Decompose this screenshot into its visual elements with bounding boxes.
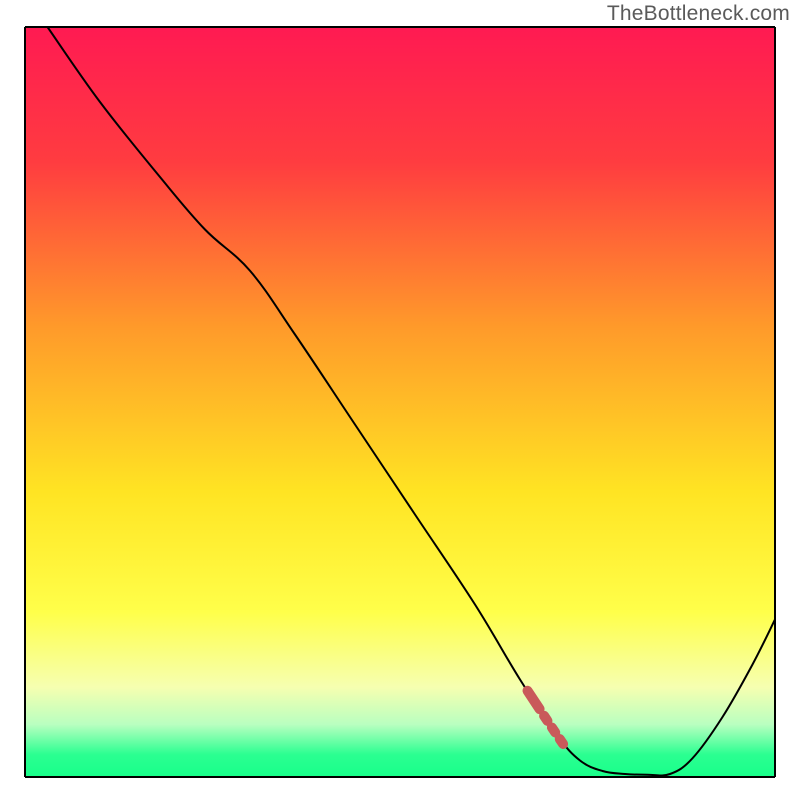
gradient-background xyxy=(25,27,775,777)
chart-container: { "watermark": "TheBottleneck.com", "cha… xyxy=(0,0,800,800)
chart-svg xyxy=(0,0,800,800)
watermark-text: TheBottleneck.com xyxy=(607,2,790,26)
